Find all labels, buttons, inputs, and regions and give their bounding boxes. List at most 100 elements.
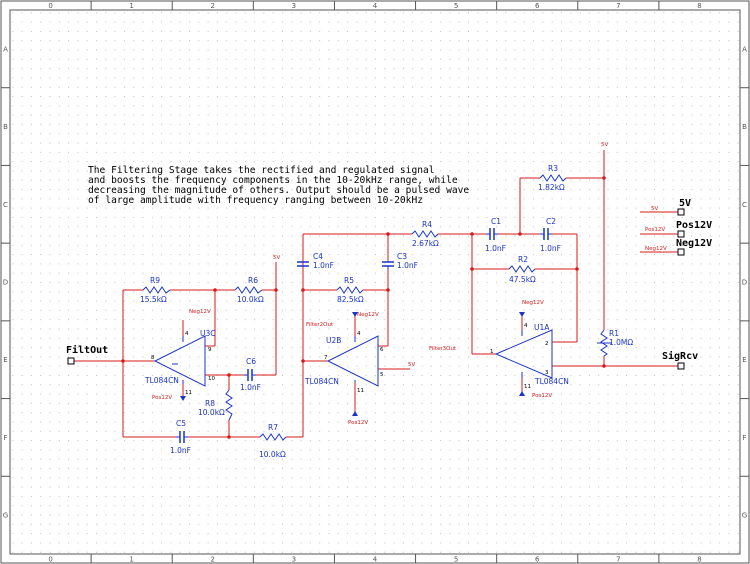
border-row-label: B	[742, 123, 747, 131]
net-label-pos12v-u3c: Pos12V	[152, 395, 172, 401]
label-r7-value: 10.0kΩ	[259, 450, 286, 459]
net-label-neg12v-u3c: Neg12V	[189, 309, 211, 315]
border-col-label: 3	[292, 556, 296, 564]
border-row-label: D	[742, 279, 747, 287]
pin-u1a-v2: 11	[524, 384, 531, 390]
net-label-neg12v: Neg12V	[645, 246, 667, 252]
border-col-label: 8	[697, 2, 701, 10]
description-line: of large amplitude with frequency rangin…	[88, 195, 423, 206]
label-u1a-ref: U1A	[534, 323, 550, 332]
label-r1-ref: R1	[609, 329, 619, 338]
label-r3-value: 1.82kΩ	[538, 183, 565, 192]
sheet-border: 001122334455667788 A AB BC CD DE EF FG G	[0, 0, 750, 564]
border-row-label: A	[3, 45, 8, 53]
label-r8-ref: R8	[205, 399, 215, 408]
border-col-label: 5	[454, 2, 458, 10]
label-c6-value: 1.0nF	[240, 383, 261, 392]
border-col-label: 3	[292, 2, 296, 10]
net-label-5v: 5V	[651, 206, 658, 212]
pin-u3c-v1: 4	[185, 331, 189, 337]
net-label-pos12v-u1a: Pos12V	[532, 393, 552, 399]
net-label-5v-r6: 5V	[273, 255, 280, 261]
port-sigrcv[interactable]	[677, 362, 685, 370]
border-col-label: 4	[373, 556, 378, 564]
label-r5-ref: R5	[344, 276, 354, 285]
label-c6-ref: C6	[246, 357, 256, 366]
label-c4-ref: C4	[313, 252, 323, 261]
border-col-label: 4	[373, 2, 378, 10]
port-filtout[interactable]	[67, 357, 75, 365]
pin-u1a-minus: 2	[545, 341, 549, 347]
pin-u2b-plus: 5	[380, 372, 384, 378]
pin-u3c-minus: 9	[208, 347, 212, 353]
port-label-filtout: FiltOut	[66, 344, 108, 356]
port-5v[interactable]	[677, 208, 685, 216]
border-col-label: 6	[535, 556, 540, 564]
pin-u3c-v2: 11	[185, 390, 192, 396]
label-u3c-part: TL084CN	[144, 376, 179, 385]
label-r9-ref: R9	[150, 276, 160, 285]
port-label-pos12v: Pos12V	[676, 220, 712, 231]
border-col-label: 6	[535, 2, 540, 10]
border-row-label: B	[3, 123, 8, 131]
label-r7-ref: R7	[268, 423, 278, 432]
border-row-label: A	[742, 45, 747, 53]
border-col-label: 0	[48, 2, 52, 10]
border-col-label: 7	[616, 556, 620, 564]
label-c5-ref: C5	[176, 419, 186, 428]
pin-u2b-v1: 4	[357, 331, 361, 337]
border-col-label: 8	[697, 556, 701, 564]
border-col-label: 2	[211, 556, 215, 564]
port-label-neg12v: Neg12V	[676, 238, 712, 249]
label-c5-value: 1.0nF	[170, 446, 191, 455]
net-label-filter3out: Filter3Out	[429, 346, 457, 352]
label-c2-value: 1.0nF	[540, 244, 561, 253]
port-label-5v: 5V	[679, 198, 691, 209]
label-r4-value: 2.67kΩ	[412, 239, 439, 248]
net-label-5v-r3: 5V	[601, 142, 608, 148]
description-note: The Filtering Stage takes the rectified …	[88, 165, 469, 206]
border-col-label: 1	[129, 556, 133, 564]
label-u3c-ref: U3C	[200, 329, 216, 338]
border-row-label: C	[3, 201, 8, 209]
pin-u3c-out: 8	[151, 355, 155, 361]
net-label-pos12v-u2b: Pos12V	[348, 420, 368, 426]
net-label-5v-u2b: 5V	[408, 362, 415, 368]
label-r6-value: 10.0kΩ	[237, 295, 264, 304]
border-col-label: 1	[129, 2, 133, 10]
port-label-sigrcv: SigRcv	[662, 350, 698, 362]
pin-u2b-out: 7	[324, 355, 328, 361]
label-r2-ref: R2	[518, 255, 528, 264]
border-row-label: E	[742, 356, 746, 364]
label-r3-ref: R3	[548, 164, 558, 173]
label-c3-value: 1.0nF	[397, 261, 418, 270]
label-c3-ref: C3	[397, 252, 407, 261]
pin-u1a-out: 1	[490, 349, 494, 355]
label-r4-ref: R4	[422, 220, 432, 229]
label-u2b-ref: U2B	[326, 336, 341, 345]
label-r9-value: 15.5kΩ	[140, 295, 167, 304]
label-c1-value: 1.0nF	[485, 244, 506, 253]
label-r6-ref: R6	[248, 276, 258, 285]
net-label-filter2out: Filter2Out	[306, 322, 334, 328]
label-c4-value: 1.0nF	[313, 261, 334, 270]
pin-u1a-plus: 3	[545, 370, 549, 376]
port-pos12v[interactable]	[677, 230, 685, 238]
label-c1-ref: C1	[491, 217, 501, 226]
pin-u2b-minus: 6	[380, 347, 384, 353]
net-label-neg12v-u2b: Neg12V	[357, 312, 379, 318]
border-row-label: G	[3, 512, 8, 520]
border-row-label: C	[742, 201, 747, 209]
border-col-label: 7	[616, 2, 620, 10]
pin-u2b-v2: 11	[357, 388, 364, 394]
border-row-label: F	[3, 434, 7, 442]
label-u2b-part: TL084CN	[304, 377, 339, 386]
pin-u1a-v1: 4	[524, 323, 528, 329]
border-row-label: F	[742, 434, 746, 442]
label-u1a-part: TL084CN	[534, 377, 569, 386]
port-neg12v[interactable]	[677, 248, 685, 256]
label-r5-value: 82.5kΩ	[337, 295, 364, 304]
border-col-label: 5	[454, 556, 458, 564]
net-label-pos12v: Pos12V	[645, 227, 665, 233]
net-label-neg12v-u1a: Neg12V	[522, 300, 544, 306]
